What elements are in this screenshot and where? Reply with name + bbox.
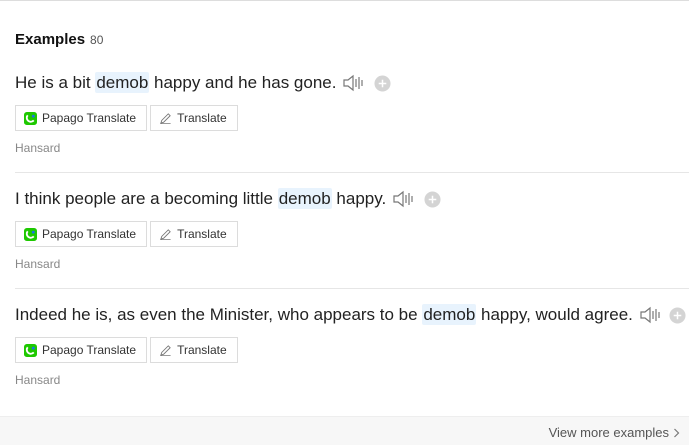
example-button-row: Papago Translate Translate <box>15 105 241 131</box>
add-to-wordbook-icon[interactable] <box>424 190 441 208</box>
example-source: Hansard <box>15 373 61 387</box>
example-button-row: Papago Translate Translate <box>15 221 241 247</box>
examples-count: 80 <box>90 33 104 47</box>
add-to-wordbook-icon[interactable] <box>374 74 391 92</box>
example-sentence: Indeed he is, as even the Minister, who … <box>15 304 633 325</box>
examples-panel: Examples 80 He is a bit demob happy and … <box>0 0 689 445</box>
speaker-icon[interactable] <box>342 73 364 93</box>
highlighted-term: demob <box>277 188 332 209</box>
pencil-icon <box>160 344 171 356</box>
translate-button[interactable]: Translate <box>150 337 238 363</box>
highlighted-term: demob <box>422 304 477 325</box>
examples-title: Examples <box>15 31 86 48</box>
divider <box>15 288 689 289</box>
example-sentence-line: Indeed he is, as even the Minister, who … <box>15 304 686 325</box>
examples-header: Examples 80 <box>15 31 103 48</box>
translate-button[interactable]: Translate <box>150 221 238 247</box>
papago-logo-icon <box>24 111 37 125</box>
example-sentence: I think people are a becoming little dem… <box>15 188 387 209</box>
examples-footer: View more examples <box>0 416 689 445</box>
chevron-right-icon <box>674 428 680 437</box>
papago-translate-button[interactable]: Papago Translate <box>15 105 148 131</box>
speaker-icon[interactable] <box>639 305 661 325</box>
pencil-icon <box>160 228 171 240</box>
papago-translate-button[interactable]: Papago Translate <box>15 337 148 363</box>
example-source: Hansard <box>15 257 61 271</box>
view-more-examples-link[interactable]: View more examples <box>549 425 680 440</box>
pencil-icon <box>160 112 171 124</box>
example-source: Hansard <box>15 141 61 155</box>
example-button-row: Papago Translate Translate <box>15 337 241 363</box>
translate-button[interactable]: Translate <box>150 105 238 131</box>
example-sentence-line: I think people are a becoming little dem… <box>15 188 441 209</box>
add-to-wordbook-icon[interactable] <box>669 306 686 324</box>
highlighted-term: demob <box>95 72 150 93</box>
papago-logo-icon <box>24 343 37 357</box>
example-sentence: He is a bit demob happy and he has gone. <box>15 72 337 93</box>
papago-translate-button[interactable]: Papago Translate <box>15 221 148 247</box>
speaker-icon[interactable] <box>392 189 414 209</box>
divider <box>15 172 689 173</box>
papago-logo-icon <box>24 227 37 241</box>
example-sentence-line: He is a bit demob happy and he has gone. <box>15 72 391 93</box>
